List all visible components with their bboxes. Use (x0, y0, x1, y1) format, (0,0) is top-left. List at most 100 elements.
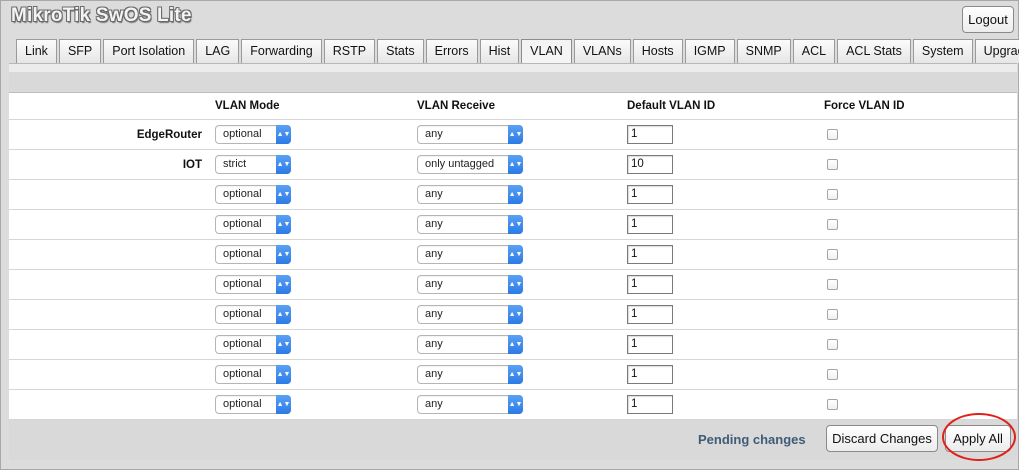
vlan-mode-value: optional (223, 248, 262, 260)
tab-vlan[interactable]: VLAN (521, 39, 572, 64)
tab-lag[interactable]: LAG (196, 39, 240, 63)
tab-errors[interactable]: Errors (425, 39, 478, 63)
vlan-receive-select[interactable]: any ▲▼ (417, 395, 523, 414)
force-vlan-cell (824, 269, 1017, 300)
tab-link[interactable]: Link (16, 39, 57, 63)
force-vlan-id-checkbox[interactable] (827, 249, 838, 260)
select-arrows-icon: ▲▼ (276, 365, 291, 384)
vlan-table: VLAN Mode VLAN Receive Default VLAN ID F… (9, 92, 1017, 420)
tab-vlans[interactable]: VLANs (573, 39, 631, 63)
vlan-mode-value: optional (223, 368, 262, 380)
vlan-receive-cell: any ▲▼ (417, 239, 627, 270)
force-vlan-cell (824, 299, 1017, 330)
vlan-receive-cell: any ▲▼ (417, 299, 627, 330)
vlan-receive-cell: any ▲▼ (417, 269, 627, 300)
port-name (9, 269, 215, 300)
vlan-receive-select[interactable]: any ▲▼ (417, 215, 523, 234)
default-vlan-cell: 1 (627, 239, 824, 270)
apply-all-button[interactable]: Apply All (945, 425, 1011, 452)
vlan-receive-select[interactable]: only untagged ▲▼ (417, 155, 523, 174)
vlan-mode-cell: optional ▲▼ (215, 119, 417, 150)
table-header-row: VLAN Mode VLAN Receive Default VLAN ID F… (9, 92, 1017, 120)
tab-port-isolation[interactable]: Port Isolation (103, 39, 195, 63)
tab-upgrade[interactable]: Upgrade (974, 39, 1019, 63)
force-vlan-cell (824, 239, 1017, 270)
force-vlan-id-checkbox[interactable] (827, 339, 838, 350)
vlan-mode-select[interactable]: optional ▲▼ (215, 305, 291, 324)
tab-sfp[interactable]: SFP (58, 39, 102, 63)
vlan-mode-select[interactable]: optional ▲▼ (215, 215, 291, 234)
vlan-receive-select[interactable]: any ▲▼ (417, 275, 523, 294)
vlan-receive-cell: any ▲▼ (417, 119, 627, 150)
select-arrows-icon: ▲▼ (276, 155, 291, 174)
select-arrows-icon: ▲▼ (508, 185, 523, 204)
vlan-receive-value: any (425, 128, 443, 140)
vlan-mode-select[interactable]: strict ▲▼ (215, 155, 291, 174)
vlan-mode-cell: optional ▲▼ (215, 299, 417, 330)
vlan-mode-select[interactable]: optional ▲▼ (215, 125, 291, 144)
vlan-mode-header: VLAN Mode (215, 92, 417, 120)
vlan-mode-select[interactable]: optional ▲▼ (215, 275, 291, 294)
vlan-mode-select[interactable]: optional ▲▼ (215, 185, 291, 204)
default-vlan-id-input[interactable]: 1 (627, 215, 673, 234)
tab-system[interactable]: System (912, 39, 973, 63)
vlan-mode-select[interactable]: optional ▲▼ (215, 335, 291, 354)
vlan-receive-select[interactable]: any ▲▼ (417, 335, 523, 354)
force-vlan-id-checkbox[interactable] (827, 129, 838, 140)
default-vlan-cell: 1 (627, 209, 824, 240)
vlan-mode-cell: optional ▲▼ (215, 269, 417, 300)
force-vlan-cell (824, 329, 1017, 360)
force-vlan-id-checkbox[interactable] (827, 219, 838, 230)
vlan-receive-select[interactable]: any ▲▼ (417, 125, 523, 144)
tab-hosts[interactable]: Hosts (632, 39, 683, 63)
vlan-mode-cell: optional ▲▼ (215, 209, 417, 240)
vlan-receive-select[interactable]: any ▲▼ (417, 365, 523, 384)
default-vlan-id-input[interactable]: 1 (627, 245, 673, 264)
vlan-mode-select[interactable]: optional ▲▼ (215, 395, 291, 414)
force-vlan-id-checkbox[interactable] (827, 159, 838, 170)
vlan-mode-select[interactable]: optional ▲▼ (215, 365, 291, 384)
select-arrows-icon: ▲▼ (508, 125, 523, 144)
force-vlan-id-checkbox[interactable] (827, 189, 838, 200)
default-vlan-id-input[interactable]: 1 (627, 125, 673, 144)
force-vlan-id-checkbox[interactable] (827, 279, 838, 290)
vlan-mode-value: optional (223, 308, 262, 320)
vlan-receive-value: any (425, 188, 443, 200)
default-vlan-id-input[interactable]: 1 (627, 335, 673, 354)
force-vlan-id-checkbox[interactable] (827, 309, 838, 320)
force-vlan-cell (824, 389, 1017, 420)
tab-hist[interactable]: Hist (479, 39, 520, 63)
vlan-receive-select[interactable]: any ▲▼ (417, 185, 523, 204)
default-vlan-cell: 1 (627, 299, 824, 330)
force-vlan-id-checkbox[interactable] (827, 399, 838, 410)
vlan-mode-select[interactable]: optional ▲▼ (215, 245, 291, 264)
vlan-receive-value: any (425, 218, 443, 230)
tab-acl[interactable]: ACL (792, 39, 836, 63)
vlan-mode-value: optional (223, 338, 262, 350)
tab-igmp[interactable]: IGMP (684, 39, 735, 63)
discard-changes-button[interactable]: Discard Changes (826, 425, 938, 452)
default-vlan-id-input[interactable]: 1 (627, 305, 673, 324)
port-name: EdgeRouter (9, 119, 215, 150)
tab-rstp[interactable]: RSTP (323, 39, 376, 63)
select-arrows-icon: ▲▼ (276, 305, 291, 324)
vlan-receive-select[interactable]: any ▲▼ (417, 245, 523, 264)
vlan-mode-value: optional (223, 278, 262, 290)
default-vlan-cell: 1 (627, 269, 824, 300)
tab-stats[interactable]: Stats (377, 39, 424, 63)
tab-acl-stats[interactable]: ACL Stats (837, 39, 911, 63)
default-vlan-id-input[interactable]: 1 (627, 185, 673, 204)
force-vlan-cell (824, 209, 1017, 240)
default-vlan-id-input[interactable]: 10 (627, 155, 673, 174)
vlan-receive-value: any (425, 368, 443, 380)
default-vlan-id-input[interactable]: 1 (627, 365, 673, 384)
default-vlan-cell: 1 (627, 329, 824, 360)
vlan-receive-select[interactable]: any ▲▼ (417, 305, 523, 324)
default-vlan-id-input[interactable]: 1 (627, 395, 673, 414)
default-vlan-id-input[interactable]: 1 (627, 275, 673, 294)
tab-forwarding[interactable]: Forwarding (241, 39, 322, 63)
force-vlan-id-checkbox[interactable] (827, 369, 838, 380)
logout-button[interactable]: Logout (962, 6, 1014, 33)
tab-snmp[interactable]: SNMP (736, 39, 791, 63)
table-row: optional ▲▼ any ▲▼ 1 (9, 239, 1017, 270)
